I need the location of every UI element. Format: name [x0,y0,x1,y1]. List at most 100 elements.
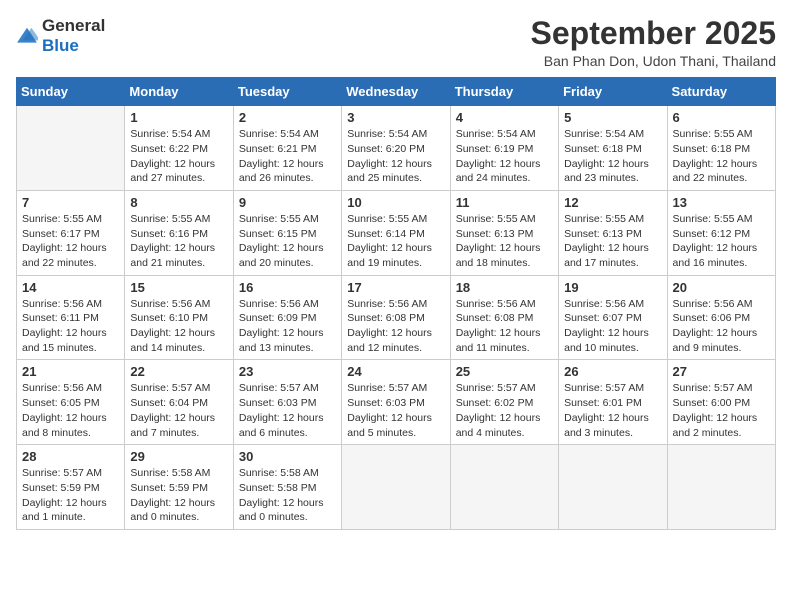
day-info: Sunrise: 5:58 AM Sunset: 5:58 PM Dayligh… [239,466,336,525]
calendar-cell: 21 Sunrise: 5:56 AM Sunset: 6:05 PM Dayli… [17,360,125,445]
calendar-cell: 23 Sunrise: 5:57 AM Sunset: 6:03 PM Dayli… [233,360,341,445]
calendar-header-row: SundayMondayTuesdayWednesdayThursdayFrid… [17,78,776,106]
calendar-cell: 5 Sunrise: 5:54 AM Sunset: 6:18 PM Daylig… [559,106,667,191]
day-info: Sunrise: 5:54 AM Sunset: 6:18 PM Dayligh… [564,127,661,186]
day-number: 17 [347,280,444,295]
day-number: 9 [239,195,336,210]
day-info: Sunrise: 5:56 AM Sunset: 6:10 PM Dayligh… [130,297,227,356]
calendar-cell: 26Sunrise: 5:57 AM Sunset: 6:01 PM Dayli… [559,360,667,445]
day-info: Sunrise: 5:56 AM Sunset: 6:06 PM Dayligh… [673,297,770,356]
day-of-week-wednesday: Wednesday [342,78,450,106]
calendar-cell: 18 Sunrise: 5:56 AM Sunset: 6:08 PM Dayli… [450,275,558,360]
calendar-week-5: 28 Sunrise: 5:57 AM Sunset: 5:59 PM Dayli… [17,445,776,530]
calendar-week-4: 21 Sunrise: 5:56 AM Sunset: 6:05 PM Dayli… [17,360,776,445]
day-info: Sunrise: 5:55 AM Sunset: 6:14 PM Dayligh… [347,212,444,271]
day-number: 21 [22,364,119,379]
day-info: Sunrise: 5:56 AM Sunset: 6:08 PM Dayligh… [456,297,553,356]
calendar-cell: 16 Sunrise: 5:56 AM Sunset: 6:09 PM Dayli… [233,275,341,360]
calendar-cell [450,445,558,530]
calendar-cell [17,106,125,191]
day-number: 8 [130,195,227,210]
day-number: 22 [130,364,227,379]
day-info: Sunrise: 5:55 AM Sunset: 6:16 PM Dayligh… [130,212,227,271]
calendar-cell: 12Sunrise: 5:55 AM Sunset: 6:13 PM Dayli… [559,190,667,275]
calendar-table: SundayMondayTuesdayWednesdayThursdayFrid… [16,77,776,530]
day-number: 25 [456,364,553,379]
day-number: 28 [22,449,119,464]
calendar-cell: 11 Sunrise: 5:55 AM Sunset: 6:13 PM Dayli… [450,190,558,275]
day-info: Sunrise: 5:56 AM Sunset: 6:05 PM Dayligh… [22,381,119,440]
day-of-week-monday: Monday [125,78,233,106]
calendar-cell: 19 Sunrise: 5:56 AM Sunset: 6:07 PM Dayli… [559,275,667,360]
logo-icon [16,25,38,47]
calendar-week-1: 1 Sunrise: 5:54 AM Sunset: 6:22 PM Daylig… [17,106,776,191]
day-number: 19 [564,280,661,295]
day-info: Sunrise: 5:55 AM Sunset: 6:17 PM Dayligh… [22,212,119,271]
day-of-week-friday: Friday [559,78,667,106]
day-number: 6 [673,110,770,125]
day-number: 14 [22,280,119,295]
day-info: Sunrise: 5:55 AM Sunset: 6:18 PM Dayligh… [673,127,770,186]
day-number: 1 [130,110,227,125]
day-info: Sunrise: 5:57 AM Sunset: 6:00 PM Dayligh… [673,381,770,440]
day-number: 23 [239,364,336,379]
calendar-cell: 20 Sunrise: 5:56 AM Sunset: 6:06 PM Dayli… [667,275,775,360]
day-number: 20 [673,280,770,295]
calendar-cell: 22 Sunrise: 5:57 AM Sunset: 6:04 PM Dayli… [125,360,233,445]
calendar-cell: 24 Sunrise: 5:57 AM Sunset: 6:03 PM Dayli… [342,360,450,445]
day-info: Sunrise: 5:57 AM Sunset: 6:03 PM Dayligh… [347,381,444,440]
day-number: 24 [347,364,444,379]
calendar-cell: 8 Sunrise: 5:55 AM Sunset: 6:16 PM Daylig… [125,190,233,275]
day-number: 3 [347,110,444,125]
calendar-cell: 7Sunrise: 5:55 AM Sunset: 6:17 PM Daylig… [17,190,125,275]
location-text: Ban Phan Don, Udon Thani, Thailand [531,53,776,69]
calendar-week-2: 7Sunrise: 5:55 AM Sunset: 6:17 PM Daylig… [17,190,776,275]
calendar-cell: 17 Sunrise: 5:56 AM Sunset: 6:08 PM Dayli… [342,275,450,360]
calendar-cell: 28 Sunrise: 5:57 AM Sunset: 5:59 PM Dayli… [17,445,125,530]
day-info: Sunrise: 5:56 AM Sunset: 6:07 PM Dayligh… [564,297,661,356]
calendar-cell: 6 Sunrise: 5:55 AM Sunset: 6:18 PM Daylig… [667,106,775,191]
day-info: Sunrise: 5:57 AM Sunset: 6:04 PM Dayligh… [130,381,227,440]
day-info: Sunrise: 5:54 AM Sunset: 6:22 PM Dayligh… [130,127,227,186]
day-info: Sunrise: 5:54 AM Sunset: 6:19 PM Dayligh… [456,127,553,186]
day-info: Sunrise: 5:56 AM Sunset: 6:09 PM Dayligh… [239,297,336,356]
day-number: 11 [456,195,553,210]
calendar-cell: 3 Sunrise: 5:54 AM Sunset: 6:20 PM Daylig… [342,106,450,191]
day-info: Sunrise: 5:54 AM Sunset: 6:20 PM Dayligh… [347,127,444,186]
day-info: Sunrise: 5:57 AM Sunset: 5:59 PM Dayligh… [22,466,119,525]
calendar-cell: 13Sunrise: 5:55 AM Sunset: 6:12 PM Dayli… [667,190,775,275]
day-info: Sunrise: 5:55 AM Sunset: 6:12 PM Dayligh… [673,212,770,271]
day-number: 12 [564,195,661,210]
day-info: Sunrise: 5:57 AM Sunset: 6:02 PM Dayligh… [456,381,553,440]
day-info: Sunrise: 5:57 AM Sunset: 6:01 PM Dayligh… [564,381,661,440]
day-number: 5 [564,110,661,125]
day-info: Sunrise: 5:56 AM Sunset: 6:08 PM Dayligh… [347,297,444,356]
day-number: 4 [456,110,553,125]
day-info: Sunrise: 5:56 AM Sunset: 6:11 PM Dayligh… [22,297,119,356]
day-info: Sunrise: 5:54 AM Sunset: 6:21 PM Dayligh… [239,127,336,186]
page-header: General Blue September 2025 Ban Phan Don… [16,16,776,69]
calendar-cell: 25 Sunrise: 5:57 AM Sunset: 6:02 PM Dayli… [450,360,558,445]
day-info: Sunrise: 5:58 AM Sunset: 5:59 PM Dayligh… [130,466,227,525]
calendar-cell [559,445,667,530]
calendar-cell: 4 Sunrise: 5:54 AM Sunset: 6:19 PM Daylig… [450,106,558,191]
calendar-cell: 9 Sunrise: 5:55 AM Sunset: 6:15 PM Daylig… [233,190,341,275]
day-info: Sunrise: 5:57 AM Sunset: 6:03 PM Dayligh… [239,381,336,440]
logo: General Blue [16,16,105,55]
day-number: 16 [239,280,336,295]
calendar-cell: 30Sunrise: 5:58 AM Sunset: 5:58 PM Dayli… [233,445,341,530]
day-number: 10 [347,195,444,210]
day-info: Sunrise: 5:55 AM Sunset: 6:15 PM Dayligh… [239,212,336,271]
calendar-cell [667,445,775,530]
day-info: Sunrise: 5:55 AM Sunset: 6:13 PM Dayligh… [456,212,553,271]
day-number: 29 [130,449,227,464]
day-number: 18 [456,280,553,295]
day-of-week-saturday: Saturday [667,78,775,106]
title-area: September 2025 Ban Phan Don, Udon Thani,… [531,16,776,69]
day-number: 27 [673,364,770,379]
month-title: September 2025 [531,16,776,51]
day-number: 2 [239,110,336,125]
calendar-cell: 14 Sunrise: 5:56 AM Sunset: 6:11 PM Dayli… [17,275,125,360]
day-of-week-tuesday: Tuesday [233,78,341,106]
calendar-cell: 2 Sunrise: 5:54 AM Sunset: 6:21 PM Daylig… [233,106,341,191]
